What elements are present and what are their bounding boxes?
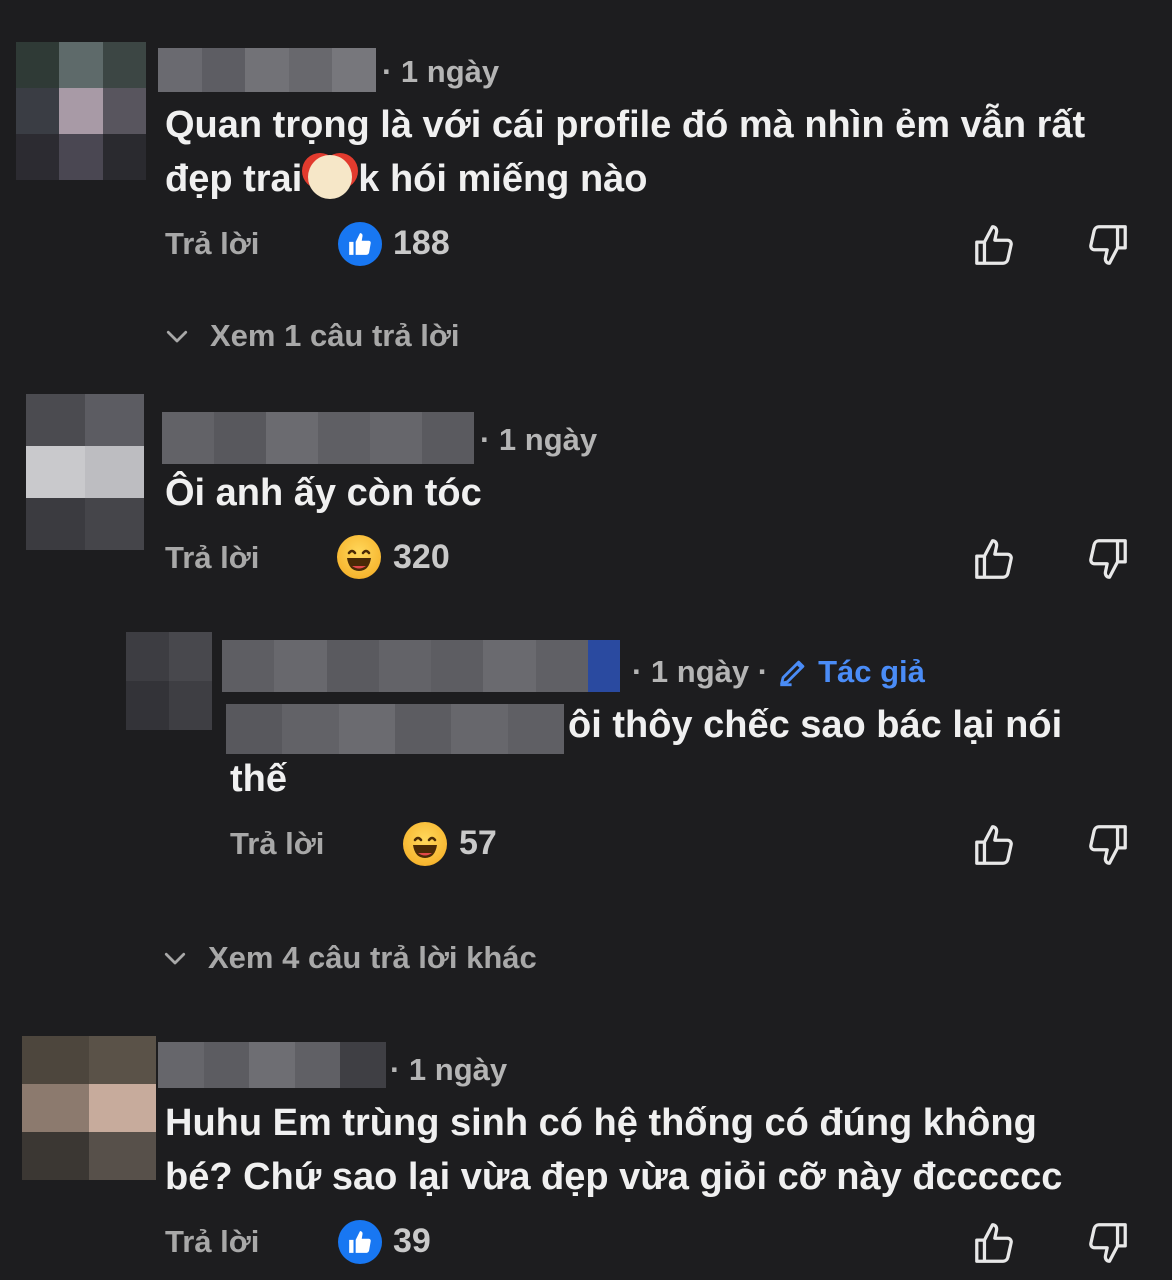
haha-reaction-icon [403, 822, 447, 866]
thumbs-down-icon[interactable] [1084, 222, 1130, 268]
like-reaction-icon [338, 222, 382, 266]
timestamp: · 1 ngày [390, 1052, 508, 1087]
timestamp: · 1 ngày · [632, 654, 769, 689]
username-redacted[interactable] [158, 1042, 386, 1088]
thumbs-up-icon[interactable] [972, 536, 1018, 582]
reply-meta: · 1 ngày · Tác giả [632, 654, 925, 690]
comment-text: Quan trọng là với cái profile đó mà nhìn… [165, 104, 1086, 200]
reply-button[interactable]: Trả lời [165, 540, 259, 576]
avatar[interactable] [22, 1036, 156, 1180]
mention-redacted[interactable] [226, 704, 564, 754]
username-redacted[interactable] [222, 640, 620, 692]
comment-text-line2: bé? Chứ sao lại vừa đẹp vừa giỏi cỡ này … [165, 1156, 1063, 1198]
thumbs-down-icon[interactable] [1084, 1220, 1130, 1266]
avatar[interactable] [126, 632, 212, 730]
timestamp: · 1 ngày [480, 422, 598, 457]
thumbs-up-icon[interactable] [972, 222, 1018, 268]
reaction-count: 320 [393, 538, 450, 576]
reply-button[interactable]: Trả lời [165, 1224, 259, 1260]
avatar[interactable] [26, 394, 144, 550]
author-badge: Tác giả [818, 654, 925, 689]
thumbs-up-icon[interactable] [972, 1220, 1018, 1266]
reaction-count: 57 [459, 824, 497, 862]
view-replies-label: Xem 1 câu trả lời [210, 318, 460, 353]
view-more-replies-button[interactable]: Xem 4 câu trả lời khác [160, 940, 537, 976]
like-reaction-icon [338, 1220, 382, 1264]
thumbs-down-icon[interactable] [1084, 536, 1130, 582]
clown-face-icon [308, 155, 353, 199]
pencil-icon [780, 660, 805, 687]
comment-text: Ôi anh ấy còn tóc [165, 472, 482, 514]
reply-text-line2: thế [230, 758, 287, 800]
view-replies-label: Xem 4 câu trả lời khác [208, 940, 537, 975]
timestamp: · 1 ngày [382, 54, 500, 89]
username-redacted[interactable] [158, 48, 376, 92]
comment-text-line1: Huhu Em trùng sinh có hệ thống có đúng k… [165, 1102, 1037, 1144]
username-redacted[interactable] [162, 412, 474, 464]
reply-text-line1: ôi thôy chếc sao bác lại nói [568, 704, 1063, 746]
avatar[interactable] [16, 42, 146, 180]
reaction-count: 188 [393, 224, 450, 262]
view-replies-button[interactable]: Xem 1 câu trả lời [162, 318, 459, 354]
reply-button[interactable]: Trả lời [165, 226, 259, 262]
chevron-down-icon [166, 330, 188, 343]
reaction-count: 39 [393, 1222, 431, 1260]
chevron-down-icon [164, 952, 186, 965]
thumbs-down-icon[interactable] [1084, 822, 1130, 868]
haha-reaction-icon [337, 535, 381, 579]
thumbs-up-icon[interactable] [972, 822, 1018, 868]
reply-button[interactable]: Trả lời [230, 826, 324, 862]
